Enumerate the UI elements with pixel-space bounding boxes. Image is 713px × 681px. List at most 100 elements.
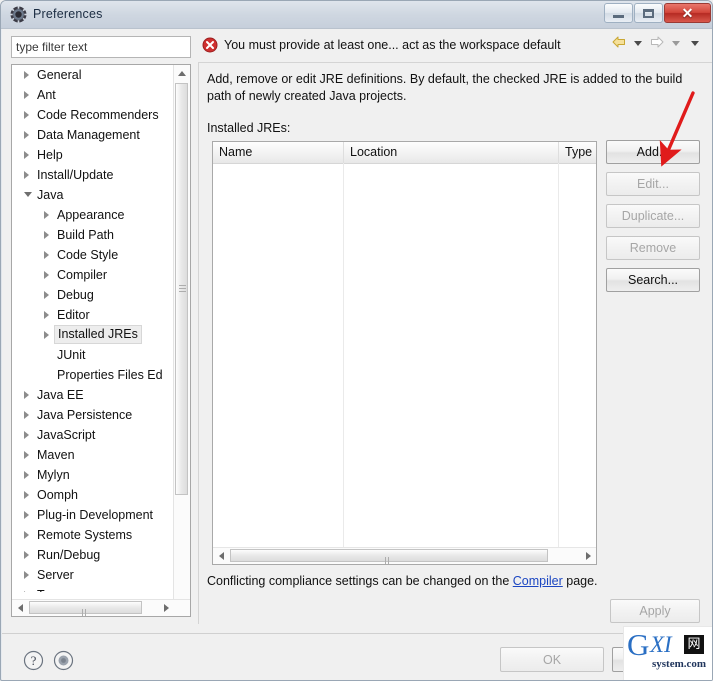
chevron-right-icon[interactable] — [24, 151, 29, 159]
shell-icon[interactable] — [53, 650, 74, 671]
tree-item-properties-files-ed[interactable]: Properties Files Ed — [12, 365, 175, 385]
tree-item-data-management[interactable]: Data Management — [12, 125, 175, 145]
tree-item-run-debug[interactable]: Run/Debug — [12, 545, 175, 565]
installed-jres-table[interactable]: Name Location Type — [212, 141, 597, 565]
scroll-left-icon[interactable] — [12, 600, 28, 616]
chevron-right-icon[interactable] — [44, 311, 49, 319]
chevron-right-icon[interactable] — [24, 131, 29, 139]
chevron-right-icon[interactable] — [44, 211, 49, 219]
preferences-tree: General Ant Code Recommenders Data Manageme… — [11, 64, 191, 617]
tree-item-label: Build Path — [57, 228, 114, 242]
question-mark-icon[interactable]: ? — [23, 650, 44, 671]
ok-button[interactable]: OK — [500, 647, 604, 672]
tree-item-label: Editor — [57, 308, 90, 322]
chevron-right-icon[interactable] — [44, 331, 49, 339]
tree-vertical-scrollbar[interactable] — [173, 65, 190, 616]
tree-item-debug[interactable]: Debug — [12, 285, 175, 305]
table-scroll-left-icon[interactable] — [213, 548, 229, 564]
chevron-right-icon[interactable] — [24, 531, 29, 539]
forward-arrow-icon[interactable] — [649, 35, 665, 52]
tree-item-installed-jres[interactable]: Installed JREs — [12, 325, 175, 345]
add-button[interactable]: Add... — [606, 140, 700, 164]
tree-item-plug-in-development[interactable]: Plug-in Development — [12, 505, 175, 525]
column-header-location[interactable]: Location — [343, 142, 558, 163]
tree-item-general[interactable]: General — [12, 65, 175, 85]
chevron-right-icon[interactable] — [24, 511, 29, 519]
tree-item-maven[interactable]: Maven — [12, 445, 175, 465]
tree-item-ant[interactable]: Ant — [12, 85, 175, 105]
window-title: Preferences — [33, 7, 103, 21]
tree-item-label: Installed JREs — [54, 325, 142, 344]
column-header-type[interactable]: Type — [558, 142, 596, 163]
apply-button[interactable]: Apply — [610, 599, 700, 623]
chevron-right-icon[interactable] — [24, 571, 29, 579]
tree-item-mylyn[interactable]: Mylyn — [12, 465, 175, 485]
tree-item-javascript[interactable]: JavaScript — [12, 425, 175, 445]
tree-scroll-area: General Ant Code Recommenders Data Manageme… — [12, 65, 175, 592]
chevron-right-icon[interactable] — [24, 491, 29, 499]
tree-item-code-style[interactable]: Code Style — [12, 245, 175, 265]
tree-item-compiler[interactable]: Compiler — [12, 265, 175, 285]
column-header-name[interactable]: Name — [213, 142, 343, 163]
table-scroll-right-icon[interactable] — [580, 548, 596, 564]
compiler-link[interactable]: Compiler — [513, 574, 563, 588]
tree-item-help[interactable]: Help — [12, 145, 175, 165]
chevron-right-icon[interactable] — [24, 91, 29, 99]
chevron-right-icon[interactable] — [24, 471, 29, 479]
tree-item-junit[interactable]: JUnit — [12, 345, 175, 365]
remove-button[interactable]: Remove — [606, 236, 700, 260]
table-body[interactable] — [213, 163, 596, 547]
back-dropdown-icon[interactable] — [634, 41, 642, 46]
chevron-right-icon[interactable] — [24, 391, 29, 399]
tree-item-code-recommenders[interactable]: Code Recommenders — [12, 105, 175, 125]
tree-item-label: Appearance — [57, 208, 125, 222]
chevron-right-icon[interactable] — [44, 291, 49, 299]
page-description: Add, remove or edit JRE definitions. By … — [207, 72, 683, 103]
tree-item-oomph[interactable]: Oomph — [12, 485, 175, 505]
table-horizontal-scrollbar[interactable] — [213, 547, 596, 564]
back-arrow-icon[interactable] — [611, 35, 627, 52]
tree-item-label: Compiler — [57, 268, 108, 282]
tree-horizontal-scrollbar[interactable] — [12, 599, 190, 616]
edit-button[interactable]: Edit... — [606, 172, 700, 196]
tree-item-team[interactable]: Team — [12, 585, 175, 592]
overflow-dropdown-icon[interactable] — [691, 41, 699, 46]
table-header: Name Location Type — [213, 142, 596, 164]
tree-item-server[interactable]: Server — [12, 565, 175, 585]
tree-item-java-persistence[interactable]: Java Persistence — [12, 405, 175, 425]
chevron-right-icon[interactable] — [24, 71, 29, 79]
tree-hscroll-thumb[interactable] — [29, 601, 142, 616]
chevron-down-icon[interactable] — [24, 192, 32, 201]
chevron-right-icon[interactable] — [24, 451, 29, 459]
eclipse-preferences-icon — [10, 6, 27, 23]
duplicate-button[interactable]: Duplicate... — [606, 204, 700, 228]
filter-input[interactable] — [11, 36, 191, 58]
search-button[interactable]: Search... — [606, 268, 700, 292]
chevron-right-icon[interactable] — [24, 431, 29, 439]
tree-item-build-path[interactable]: Build Path — [12, 225, 175, 245]
tree-item-install-update[interactable]: Install/Update — [12, 165, 175, 185]
table-hscroll-thumb[interactable] — [230, 549, 548, 564]
scroll-right-icon[interactable] — [158, 600, 174, 616]
chevron-right-icon[interactable] — [44, 231, 49, 239]
tree-item-appearance[interactable]: Appearance — [12, 205, 175, 225]
tree-vscroll-thumb[interactable] — [175, 83, 188, 495]
tree-item-java[interactable]: Java — [12, 185, 175, 205]
chevron-right-icon[interactable] — [24, 171, 29, 179]
tree-item-editor[interactable]: Editor — [12, 305, 175, 325]
chevron-right-icon[interactable] — [24, 411, 29, 419]
chevron-right-icon[interactable] — [44, 251, 49, 259]
maximize-button[interactable] — [634, 3, 663, 23]
chevron-right-icon[interactable] — [24, 551, 29, 559]
chevron-right-icon[interactable] — [24, 591, 29, 592]
close-button[interactable]: ✕ — [664, 3, 711, 23]
tree-item-java-ee[interactable]: Java EE — [12, 385, 175, 405]
chevron-right-icon[interactable] — [44, 271, 49, 279]
forward-dropdown-icon[interactable] — [672, 41, 680, 46]
dialog-footer: ? OK Cancel — [2, 634, 712, 680]
chevron-right-icon[interactable] — [24, 111, 29, 119]
tree-item-remote-systems[interactable]: Remote Systems — [12, 525, 175, 545]
scroll-up-icon[interactable] — [174, 65, 190, 81]
minimize-button[interactable] — [604, 3, 633, 23]
column-divider — [558, 163, 559, 547]
